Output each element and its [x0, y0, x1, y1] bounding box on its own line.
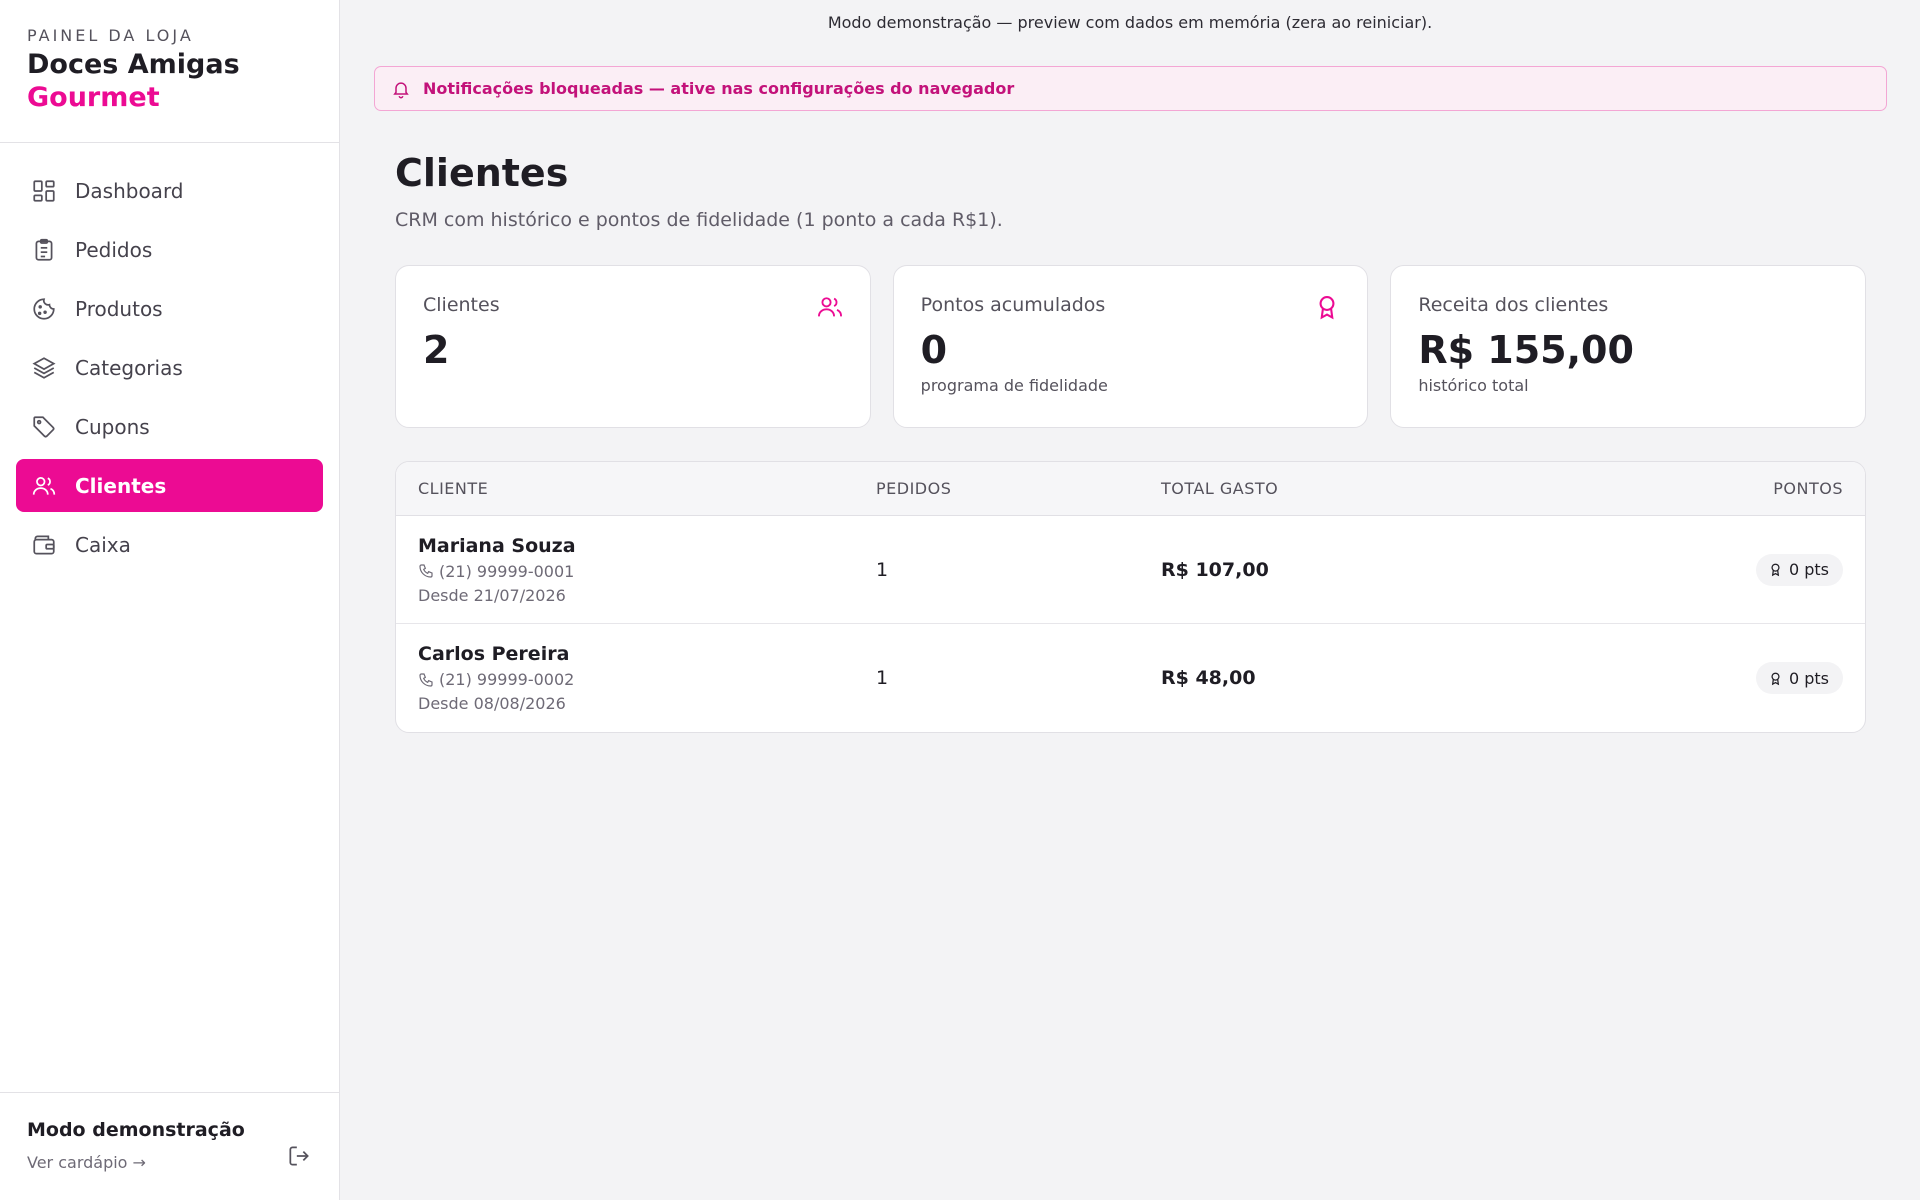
sidebar-item-produtos[interactable]: Produtos: [16, 282, 323, 335]
sidebar-item-label: Pedidos: [75, 237, 153, 262]
sidebar-item-label: Produtos: [75, 296, 163, 321]
sidebar-footer: Modo demonstração Ver cardápio →: [0, 1092, 339, 1200]
wallet-icon: [33, 534, 55, 555]
points-cell: 0 pts: [1461, 553, 1865, 586]
orders-cell: 1: [876, 667, 889, 689]
points-text: 0 pts: [1788, 560, 1829, 579]
sidebar-item-label: Clientes: [75, 473, 167, 498]
column-header-orders[interactable]: PEDIDOS: [876, 479, 1161, 498]
brand-kicker: PAINEL DA LOJA: [27, 26, 194, 45]
points-text: 0 pts: [1788, 668, 1829, 688]
users-icon: [32, 476, 56, 495]
sidebar-nav: Dashboard Pedidos Produtos Categorias Cu…: [0, 143, 339, 1092]
column-header-client[interactable]: CLIENTE: [396, 479, 876, 498]
users-icon: [817, 297, 842, 317]
points-badge: 0 pts: [1755, 553, 1843, 586]
phone-icon: [419, 672, 433, 687]
stats-cards: Clientes 2 Pontos acumulados 0 programa …: [395, 265, 1867, 428]
clipboard-icon: [35, 238, 53, 261]
points-badge: 0 pts: [1755, 662, 1843, 694]
dashboard-icon: [33, 179, 55, 202]
demo-mode-label: Modo demonstração: [27, 1119, 245, 1141]
card-value: 2: [423, 328, 450, 372]
client-cell: Carlos Pereira (21) 99999-0002 Desde 08/…: [396, 643, 876, 713]
notifications-alert: Notificações bloqueadas — ative nas conf…: [374, 66, 1887, 111]
bell-icon: [393, 81, 409, 98]
card-label: Pontos acumulados: [920, 294, 1106, 316]
points-cell: 0 pts: [1461, 662, 1865, 694]
alert-text: Notificações bloqueadas — ative nas conf…: [423, 79, 1015, 98]
client-since: Desde 08/08/2026: [418, 694, 566, 713]
stat-card-points: Pontos acumulados 0 programa de fidelida…: [892, 265, 1369, 428]
client-phone: (21) 99999-0001: [418, 562, 876, 581]
table-header: CLIENTE PEDIDOS TOTAL GASTO PONTOS: [396, 462, 1865, 516]
table-row[interactable]: Carlos Pereira (21) 99999-0002 Desde 08/…: [396, 624, 1865, 732]
sidebar-item-label: Cupons: [75, 414, 150, 439]
page-content: Clientes CRM com histórico e pontos de f…: [340, 111, 1920, 733]
sidebar-item-label: Categorias: [75, 355, 183, 380]
stat-card-clients: Clientes 2: [395, 265, 871, 428]
card-note: histórico total: [1418, 376, 1529, 395]
cookie-icon: [33, 297, 55, 320]
app-root: PAINEL DA LOJA Doces Amigas Gourmet Dash…: [0, 0, 1920, 1200]
client-name: Carlos Pereira: [418, 643, 570, 665]
sidebar-item-dashboard[interactable]: Dashboard: [16, 164, 323, 217]
layers-icon: [32, 356, 56, 379]
sidebar-item-caixa[interactable]: Caixa: [16, 518, 323, 571]
table-row[interactable]: Mariana Souza (21) 99999-0001 Desde 21/0…: [396, 516, 1865, 624]
sidebar: PAINEL DA LOJA Doces Amigas Gourmet Dash…: [0, 0, 340, 1200]
award-icon: [1319, 296, 1335, 320]
demo-banner: Modo demonstração — preview com dados em…: [340, 0, 1920, 44]
award-icon: [1771, 563, 1780, 577]
phone-text: (21) 99999-0001: [439, 561, 575, 581]
view-menu-link[interactable]: Ver cardápio →: [27, 1153, 245, 1172]
sidebar-item-cupons[interactable]: Cupons: [16, 400, 323, 453]
stat-card-revenue: Receita dos clientes R$ 155,00 histórico…: [1390, 265, 1867, 428]
sidebar-item-pedidos[interactable]: Pedidos: [16, 223, 323, 276]
logout-icon[interactable]: [286, 1143, 312, 1169]
card-value: R$ 155,00: [1418, 328, 1634, 372]
card-label: Clientes: [423, 294, 500, 316]
tag-icon: [33, 415, 55, 437]
client-name: Mariana Souza: [418, 534, 576, 557]
page-title: Clientes: [395, 151, 569, 195]
sidebar-item-categorias[interactable]: Categorias: [16, 341, 323, 394]
page-subtitle: CRM com histórico e pontos de fidelidade…: [395, 209, 1003, 231]
brand: PAINEL DA LOJA Doces Amigas Gourmet: [0, 0, 339, 143]
client-cell: Mariana Souza (21) 99999-0001 Desde 21/0…: [396, 535, 876, 605]
total-cell: R$ 107,00: [1161, 558, 1269, 581]
clients-table: CLIENTE PEDIDOS TOTAL GASTO PONTOS Maria…: [395, 461, 1866, 733]
sidebar-item-clientes[interactable]: Clientes: [16, 459, 323, 512]
client-phone: (21) 99999-0002: [418, 670, 876, 689]
sidebar-item-label: Caixa: [75, 532, 131, 557]
phone-text: (21) 99999-0002: [439, 670, 575, 689]
client-since: Desde 21/07/2026: [418, 585, 566, 605]
phone-icon: [419, 564, 433, 578]
award-icon: [1771, 672, 1780, 685]
column-header-total[interactable]: TOTAL GASTO: [1161, 479, 1461, 498]
orders-cell: 1: [876, 558, 889, 581]
brand-accent: Gourmet: [27, 82, 160, 113]
card-value: 0: [920, 328, 948, 372]
sidebar-item-label: Dashboard: [75, 178, 184, 203]
main-content: Modo demonstração — preview com dados em…: [340, 0, 1920, 1200]
total-cell: R$ 48,00: [1161, 667, 1256, 689]
card-label: Receita dos clientes: [1418, 294, 1609, 316]
column-header-points[interactable]: PONTOS: [1461, 479, 1865, 498]
brand-name: Doces Amigas: [27, 49, 240, 80]
card-note: programa de fidelidade: [920, 376, 1108, 395]
